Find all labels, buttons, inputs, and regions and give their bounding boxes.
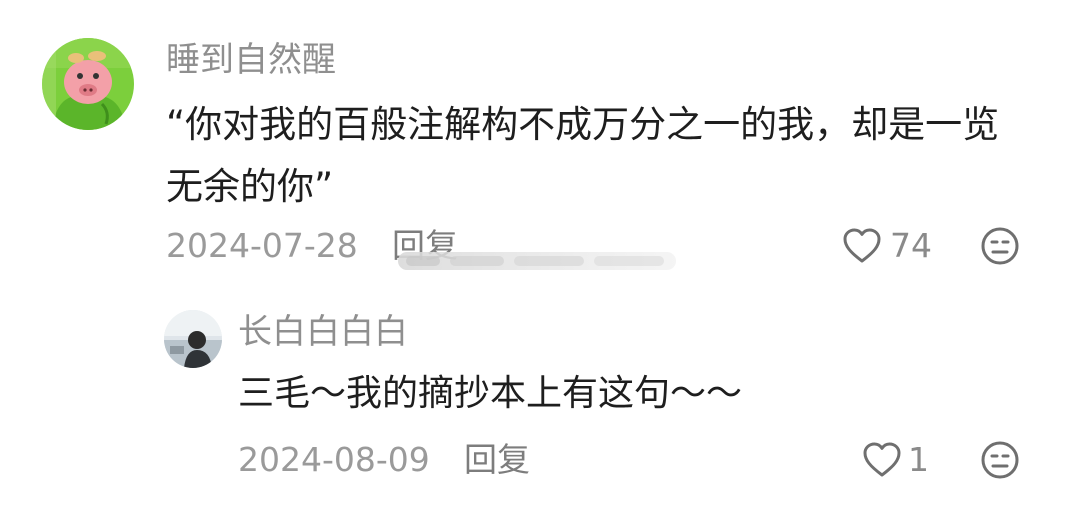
reply-comment-item: 长白白白白 三毛～我的摘抄本上有这句～～ 2024-08-09 回复 1 [0,290,1080,521]
watermark-blur [398,246,676,276]
username[interactable]: 睡到自然醒 [166,38,336,82]
like-count: 1 [908,440,929,479]
user-avatar[interactable] [164,310,222,368]
username[interactable]: 长白白白白 [238,310,408,354]
user-avatar[interactable] [42,38,134,130]
cartoon-pig-avatar-icon [42,38,134,130]
unhappy-face-icon[interactable] [980,226,1020,266]
comment-text: “你对我的百般注解构不成万分之一的我，却是一览无余的你” [166,103,1000,208]
heart-outline-icon[interactable] [842,227,882,265]
unhappy-face-icon[interactable] [980,440,1020,480]
comment-date: 2024-08-09 [238,440,430,479]
photo-avatar-icon [164,310,222,368]
reply-button[interactable]: 回复 [464,440,530,480]
comment-date: 2024-07-28 [166,226,358,265]
comment-text: 三毛～我的摘抄本上有这句～～ [238,373,743,414]
comment-item: 睡到自然醒 “你对我的百般注解构不成万分之一的我，却是一览无余的你” 2024-… [0,0,1080,290]
like-count: 74 [890,226,932,265]
heart-outline-icon[interactable] [862,441,902,479]
